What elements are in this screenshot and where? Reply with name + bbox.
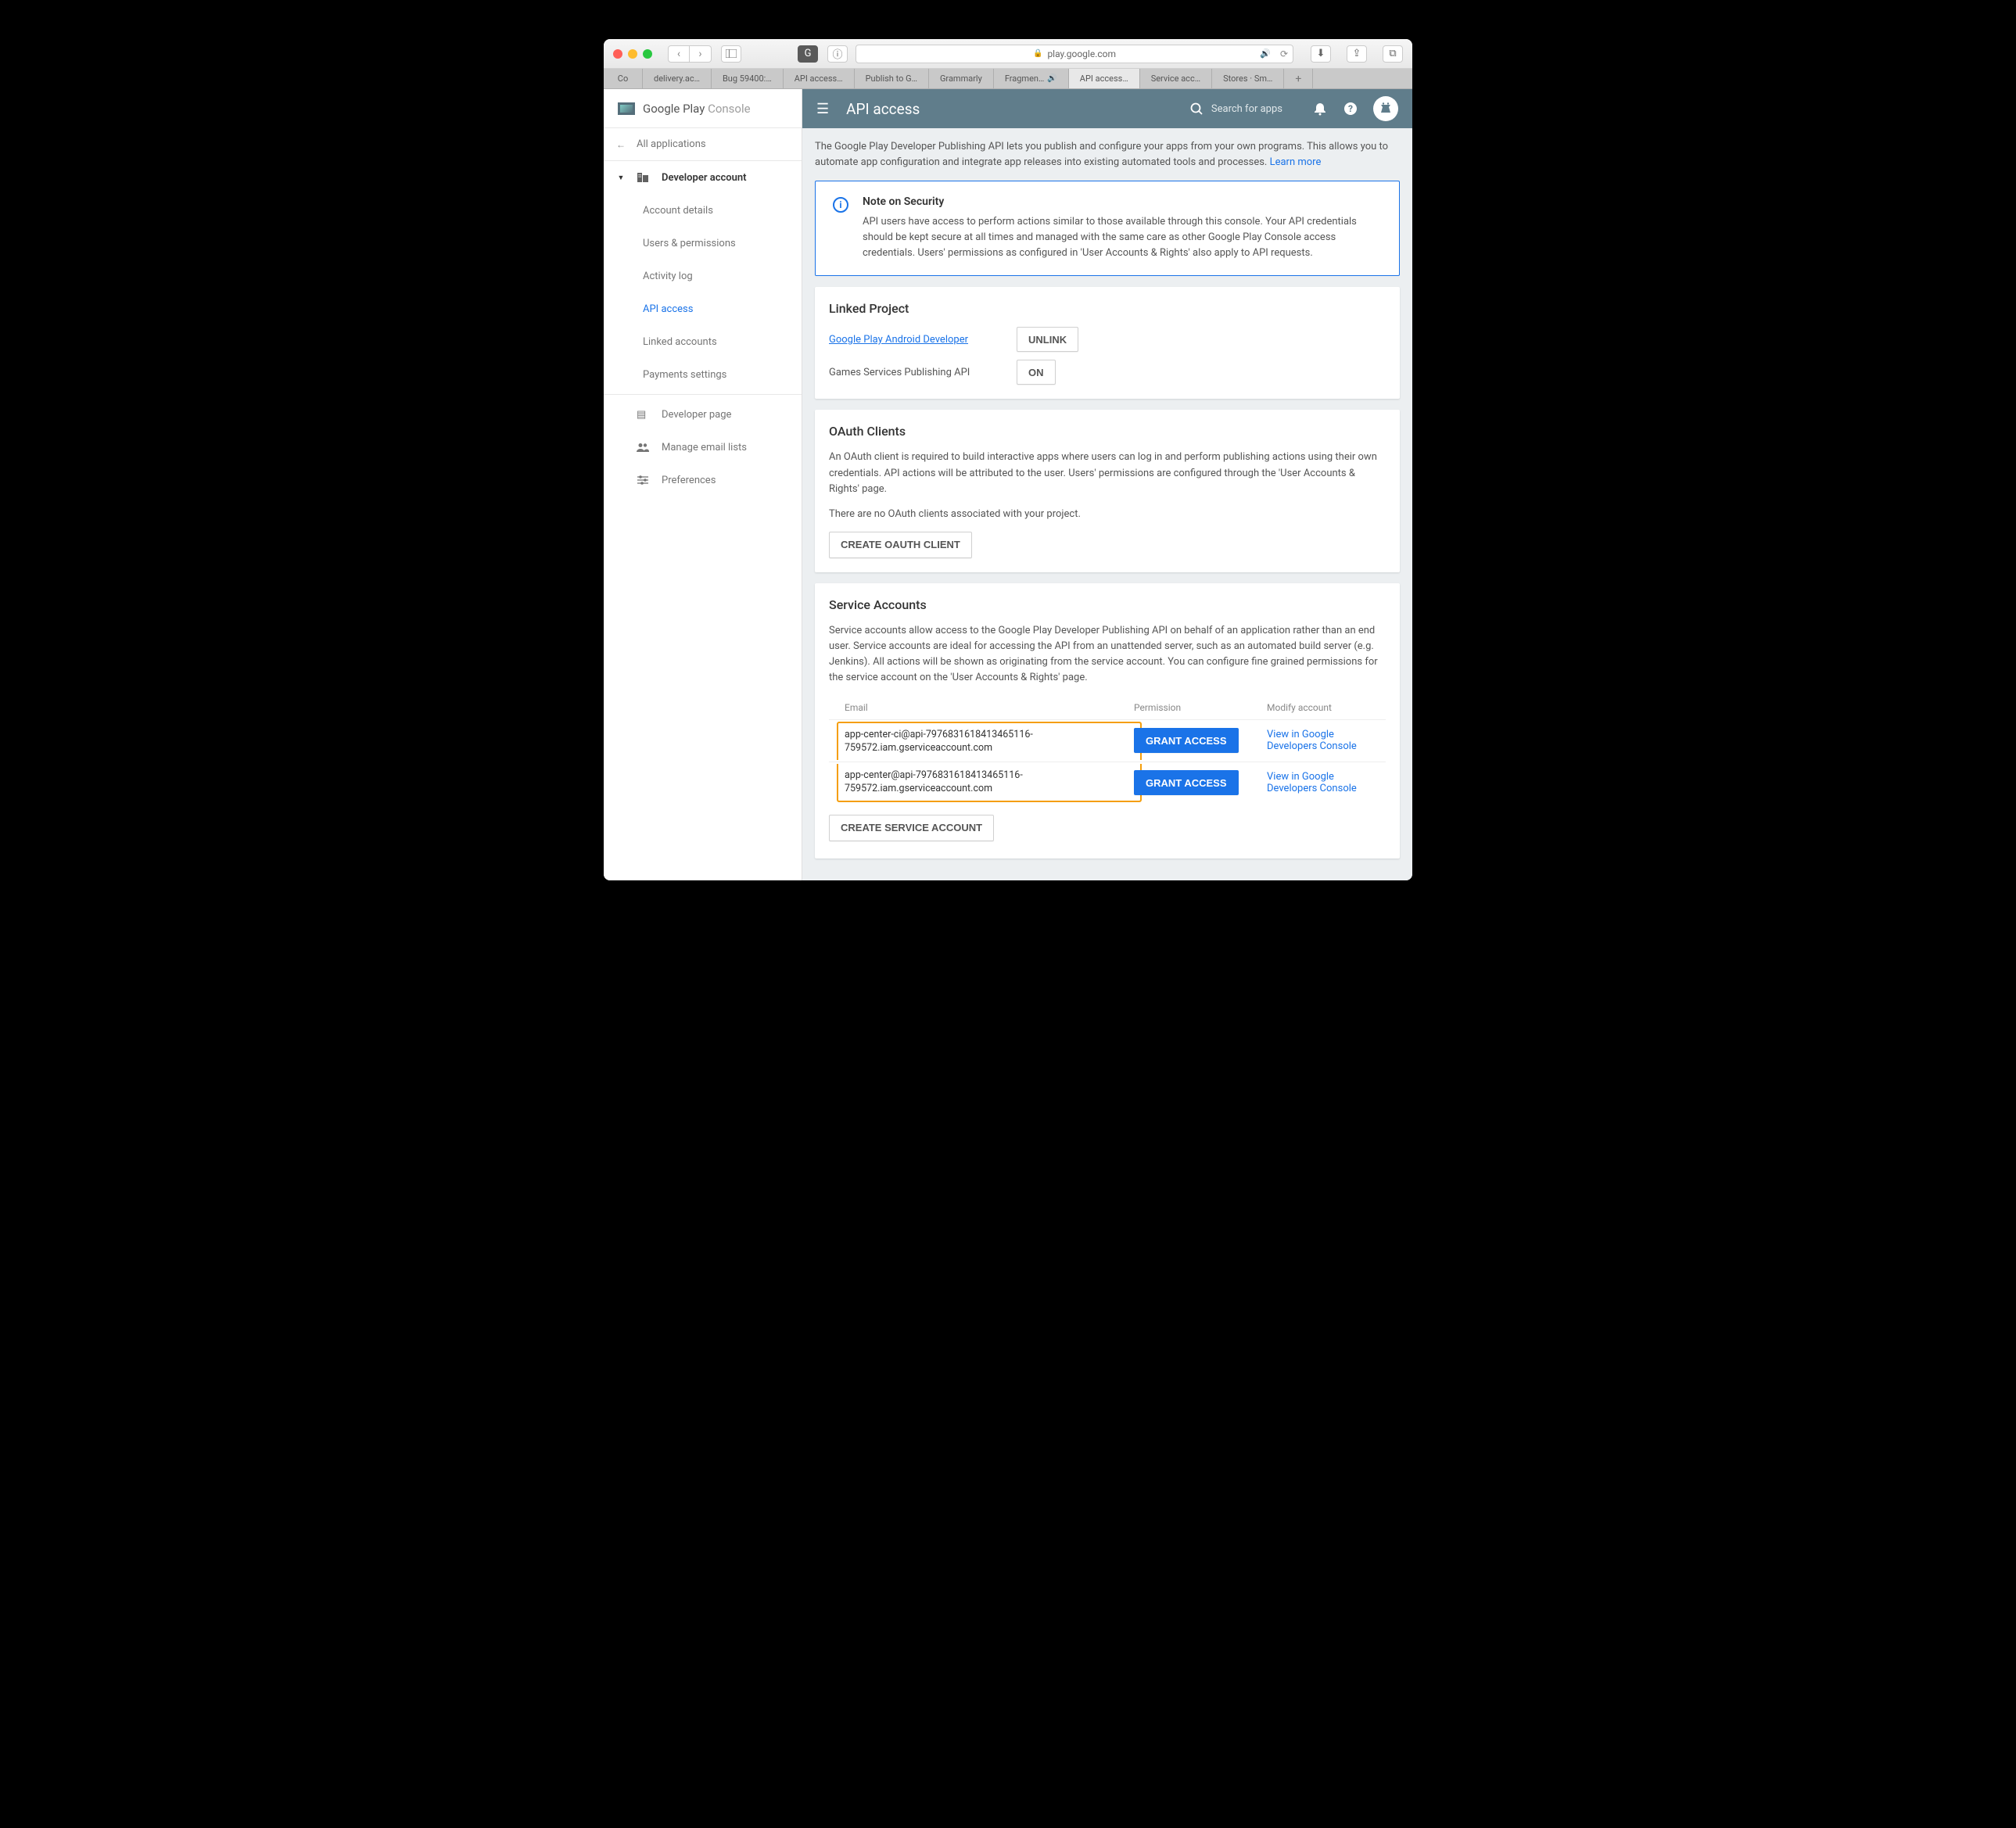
svg-text:?: ? — [1348, 103, 1353, 114]
sidebar-item-payments-settings[interactable]: Payments settings — [604, 358, 802, 391]
browser-window: ‹ › G ⓘ 🔒 play.google.com 🔊 ⟳ ⬇ ⇪ ⧉ Co d… — [604, 39, 1412, 880]
help-icon[interactable]: ? — [1343, 102, 1361, 116]
nav-buttons: ‹ › — [668, 45, 712, 63]
info-icon[interactable]: ⓘ — [827, 45, 848, 63]
url-text: play.google.com — [1047, 48, 1116, 59]
unlink-button[interactable]: UNLINK — [1017, 327, 1078, 352]
page-icon: ▤ — [637, 409, 651, 421]
bell-icon[interactable] — [1314, 102, 1331, 116]
search[interactable]: Search for apps — [1190, 102, 1282, 116]
close-icon[interactable] — [613, 49, 622, 59]
lock-icon: 🔒 — [1033, 49, 1042, 58]
service-accounts-card: Service Accounts Service accounts allow … — [815, 583, 1400, 858]
col-modify: Modify account — [1267, 702, 1370, 713]
main: ☰ API access Search for apps ? — [802, 89, 1412, 880]
table-header: Email Permission Modify account — [829, 696, 1386, 719]
sidebar-item-preferences[interactable]: Preferences — [604, 464, 802, 496]
download-icon[interactable]: ⬇ — [1311, 45, 1331, 63]
linked-project-card: Linked Project Google Play Android Devel… — [815, 287, 1400, 399]
sound-icon: 🔊 — [1047, 74, 1056, 83]
sidebar-item-linked-accounts[interactable]: Linked accounts — [604, 325, 802, 358]
sliders-icon — [637, 475, 651, 485]
grant-access-button[interactable]: GRANT ACCESS — [1134, 770, 1239, 795]
service-account-email: app-center-ci@api-7976831618413465116-75… — [837, 722, 1142, 760]
share-icon[interactable]: ⇪ — [1347, 45, 1367, 63]
tab[interactable]: API access… — [784, 69, 855, 88]
address-bar[interactable]: 🔒 play.google.com 🔊 ⟳ — [856, 45, 1293, 63]
caret-down-icon: ▼ — [616, 174, 626, 182]
games-toggle-button[interactable]: ON — [1017, 360, 1056, 385]
sidebar-item-developer-account[interactable]: ▼ Developer account — [604, 161, 802, 194]
view-console-link[interactable]: View in Google Developers Console — [1267, 729, 1357, 752]
svc-desc: Service accounts allow access to the Goo… — [829, 623, 1386, 686]
avatar[interactable] — [1373, 96, 1398, 121]
sound-icon[interactable]: 🔊 — [1260, 48, 1271, 59]
sidebar-item-manage-email[interactable]: Manage email lists — [604, 431, 802, 464]
back-arrow-icon: ← — [616, 139, 626, 150]
sidebar: Google Play Console ← All applications ▼… — [604, 89, 802, 880]
card-heading: OAuth Clients — [829, 424, 1386, 439]
reload-icon[interactable]: ⟳ — [1280, 48, 1288, 59]
new-tab-button[interactable]: + — [1284, 69, 1313, 88]
card-heading: Linked Project — [829, 301, 1386, 316]
hamburger-icon[interactable]: ☰ — [816, 101, 829, 117]
security-note: i Note on Security API users have access… — [815, 181, 1400, 276]
titlebar: ‹ › G ⓘ 🔒 play.google.com 🔊 ⟳ ⬇ ⇪ ⧉ — [604, 39, 1412, 69]
col-email: Email — [845, 702, 1134, 713]
intro-text: The Google Play Developer Publishing API… — [815, 139, 1400, 170]
sidebar-item-account-details[interactable]: Account details — [604, 194, 802, 227]
tab-strip: Co delivery.ac… Bug 59400:… API access… … — [604, 69, 1412, 89]
table-row: app-center@api-7976831618413465116-75957… — [829, 762, 1386, 804]
tab[interactable]: Publish to G… — [855, 69, 929, 88]
sidebar-item-users-permissions[interactable]: Users & permissions — [604, 227, 802, 260]
tab[interactable]: Co — [604, 69, 643, 88]
table-row: app-center-ci@api-7976831618413465116-75… — [829, 719, 1386, 762]
brand: Google Play Console — [604, 89, 802, 128]
sidebar-item-activity-log[interactable]: Activity log — [604, 260, 802, 292]
people-icon — [637, 443, 651, 452]
page-title: API access — [846, 100, 1190, 118]
search-icon — [1190, 102, 1204, 116]
info-icon: i — [833, 197, 848, 213]
forward-button[interactable]: › — [690, 45, 712, 63]
linked-project-link[interactable]: Google Play Android Developer — [829, 334, 1017, 346]
extension-icon[interactable]: G — [798, 45, 818, 63]
tab[interactable]: Bug 59400:… — [712, 69, 784, 88]
building-icon — [637, 172, 651, 183]
play-console-logo-icon — [618, 102, 635, 115]
oauth-desc: An OAuth client is required to build int… — [829, 450, 1386, 496]
sidebar-item-api-access[interactable]: API access — [604, 292, 802, 325]
back-button[interactable]: ‹ — [668, 45, 690, 63]
view-console-link[interactable]: View in Google Developers Console — [1267, 771, 1357, 794]
tab[interactable]: delivery.ac… — [643, 69, 712, 88]
zoom-icon[interactable] — [643, 49, 652, 59]
learn-more-link[interactable]: Learn more — [1270, 156, 1322, 168]
tab[interactable]: Grammarly — [929, 69, 994, 88]
tab-active[interactable]: API access… — [1069, 69, 1140, 88]
tabs-icon[interactable]: ⧉ — [1383, 45, 1403, 63]
window-controls — [613, 49, 652, 59]
card-heading: Service Accounts — [829, 597, 1386, 612]
games-services-label: Games Services Publishing API — [829, 367, 1017, 378]
tab[interactable]: Fragmen…🔊 — [994, 69, 1069, 88]
note-title: Note on Security — [863, 195, 1382, 208]
note-body: API users have access to perform actions… — [863, 214, 1382, 261]
sidebar-toggle-icon[interactable] — [721, 45, 741, 63]
col-permission: Permission — [1134, 702, 1267, 713]
app-bar: ☰ API access Search for apps ? — [802, 89, 1412, 128]
oauth-card: OAuth Clients An OAuth client is require… — [815, 410, 1400, 572]
tab[interactable]: Stores · Sm… — [1212, 69, 1284, 88]
sidebar-item-all-apps[interactable]: ← All applications — [604, 128, 802, 161]
tab[interactable]: Service acc… — [1140, 69, 1212, 88]
minimize-icon[interactable] — [628, 49, 637, 59]
service-account-email: app-center@api-7976831618413465116-75957… — [837, 764, 1142, 802]
grant-access-button[interactable]: GRANT ACCESS — [1134, 728, 1239, 753]
sidebar-item-developer-page[interactable]: ▤ Developer page — [604, 398, 802, 431]
create-service-account-button[interactable]: CREATE SERVICE ACCOUNT — [829, 815, 994, 841]
divider — [604, 394, 802, 395]
create-oauth-button[interactable]: CREATE OAUTH CLIENT — [829, 532, 972, 558]
oauth-empty: There are no OAuth clients associated wi… — [829, 507, 1386, 522]
